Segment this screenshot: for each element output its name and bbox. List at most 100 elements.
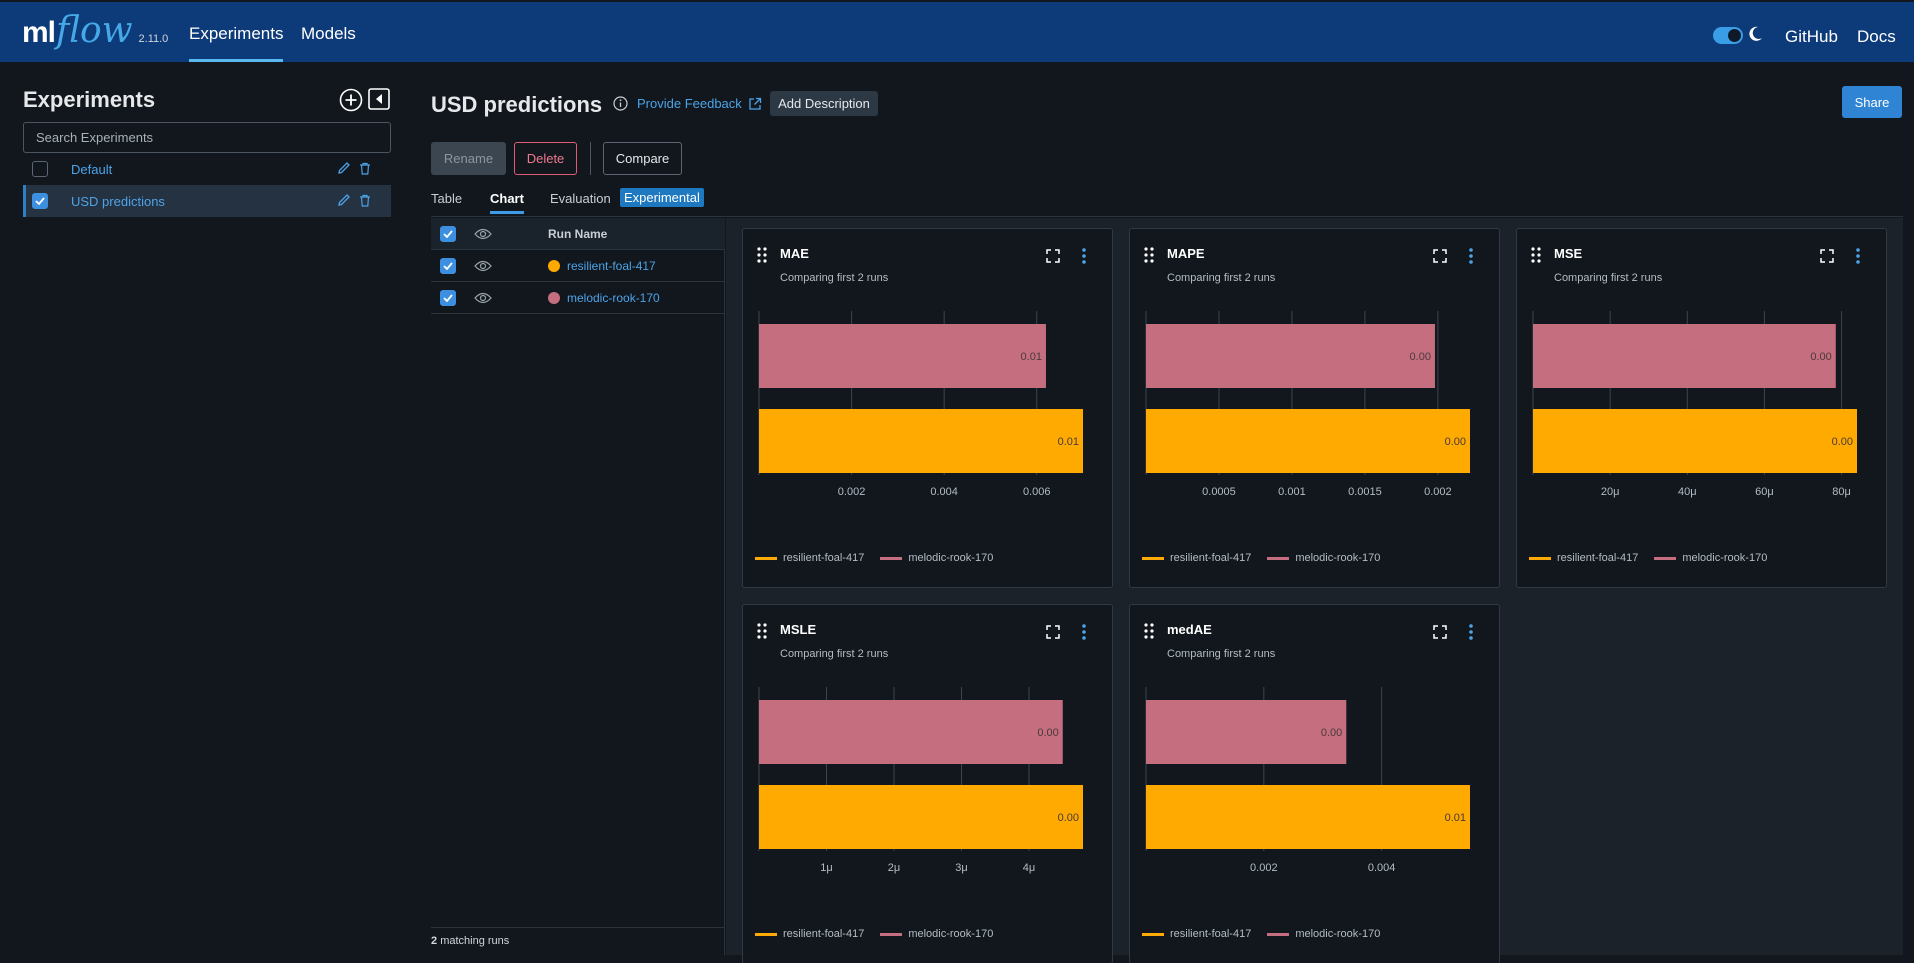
delete-trash-icon[interactable] bbox=[359, 194, 371, 207]
bar-resilient-foal-417[interactable] bbox=[759, 409, 1083, 473]
chart-grid: MAE Comparing first 2 runs resilient-foal-… bbox=[726, 218, 1903, 963]
edit-pencil-icon[interactable] bbox=[337, 161, 351, 175]
bar-chart-plot: 1μ 2μ 3μ 4μ 0.00 0.00 bbox=[758, 687, 1083, 874]
provide-feedback-label: Provide Feedback bbox=[637, 96, 742, 111]
bar-melodic-rook-170[interactable] bbox=[759, 700, 1063, 764]
nav-models[interactable]: Models bbox=[301, 2, 356, 62]
x-tick-label: 0.001 bbox=[1278, 486, 1306, 498]
legend-label: melodic-rook-170 bbox=[1295, 928, 1381, 940]
legend-swatch bbox=[880, 932, 903, 936]
bar-data-label: 0.01 bbox=[1021, 351, 1042, 363]
run-name[interactable]: melodic-rook-170 bbox=[567, 291, 660, 305]
legend-item[interactable]: resilient-foal-417 bbox=[755, 928, 864, 940]
provide-feedback-link[interactable]: Provide Feedback bbox=[637, 96, 762, 111]
legend-swatch bbox=[1142, 932, 1164, 936]
table-row[interactable]: resilient-foal-417 bbox=[431, 250, 725, 282]
chart-legend: resilient-foal-417 melodic-rook-170 bbox=[1142, 928, 1380, 940]
tab-table[interactable]: Table bbox=[431, 191, 462, 206]
legend-swatch bbox=[1529, 556, 1551, 560]
experiment-item-usd-predictions[interactable]: USD predictions bbox=[23, 185, 391, 217]
x-tick-label: 2μ bbox=[888, 862, 900, 874]
experiment-name[interactable]: USD predictions bbox=[71, 194, 165, 209]
bar-melodic-rook-170[interactable] bbox=[1146, 324, 1435, 388]
bar-melodic-rook-170[interactable] bbox=[759, 324, 1046, 388]
run-name-link[interactable]: resilient-foal-417 bbox=[548, 259, 656, 273]
chart-card-mape[interactable]: MAPE Comparing first 2 runs resilient-foal… bbox=[1129, 228, 1500, 588]
legend-item[interactable]: melodic-rook-170 bbox=[880, 928, 993, 940]
x-tick-label: 60μ bbox=[1755, 486, 1774, 498]
edit-pencil-icon[interactable] bbox=[337, 193, 351, 207]
experiment-checkbox[interactable] bbox=[32, 193, 48, 209]
bar-chart-plot: 0.002 0.004 0.00 0.01 bbox=[1145, 687, 1470, 874]
add-description-button[interactable]: Add Description bbox=[770, 91, 878, 116]
bar-resilient-foal-417[interactable] bbox=[1146, 785, 1470, 849]
top-nav-bar: ml flow 2.11.0 Experiments Models GitHub… bbox=[0, 2, 1914, 62]
experiment-item-default[interactable]: Default bbox=[23, 153, 391, 185]
chart-card-mae[interactable]: MAE Comparing first 2 runs resilient-foal-… bbox=[742, 228, 1113, 588]
eye-icon[interactable] bbox=[474, 292, 492, 304]
collapse-sidebar-icon[interactable] bbox=[368, 88, 390, 110]
table-row[interactable]: melodic-rook-170 bbox=[431, 282, 725, 314]
legend-item[interactable]: melodic-rook-170 bbox=[1654, 552, 1767, 564]
x-tick-label: 0.002 bbox=[1250, 862, 1278, 874]
delete-trash-icon[interactable] bbox=[359, 162, 371, 175]
external-link-icon bbox=[748, 97, 762, 111]
legend-item[interactable]: melodic-rook-170 bbox=[1267, 552, 1380, 564]
bar-chart-plot: 0.0005 0.001 0.0015 0.002 0.00 0.00 bbox=[1145, 311, 1470, 498]
experiment-name[interactable]: Default bbox=[71, 162, 112, 177]
page-title: USD predictions bbox=[431, 92, 603, 117]
chart-card-mse[interactable]: MSE Comparing first 2 runs resilient-foal-… bbox=[1516, 228, 1887, 588]
legend-item[interactable]: resilient-foal-417 bbox=[1529, 552, 1638, 564]
info-icon[interactable] bbox=[613, 96, 628, 111]
legend-swatch bbox=[755, 556, 777, 560]
run-name-link[interactable]: melodic-rook-170 bbox=[548, 291, 660, 305]
legend-swatch bbox=[1142, 556, 1164, 560]
bar-melodic-rook-170[interactable] bbox=[1146, 700, 1347, 764]
logo-flow: flow bbox=[56, 10, 133, 51]
docs-link[interactable]: Docs bbox=[1857, 27, 1896, 47]
run-checkbox[interactable] bbox=[440, 289, 456, 306]
bar-data-label: 0.00 bbox=[1810, 351, 1831, 363]
add-experiment-icon[interactable] bbox=[339, 88, 363, 112]
matching-runs-count: 2 matching runs bbox=[431, 935, 509, 947]
legend-item[interactable]: resilient-foal-417 bbox=[1142, 552, 1251, 564]
compare-button[interactable]: Compare bbox=[603, 142, 682, 175]
chart-card-medae[interactable]: medAE Comparing first 2 runs resilient-foa… bbox=[1129, 604, 1500, 963]
run-name-column-header[interactable]: Run Name bbox=[548, 227, 607, 241]
legend-item[interactable]: melodic-rook-170 bbox=[1267, 928, 1380, 940]
tab-chart[interactable]: Chart bbox=[490, 191, 524, 214]
legend-label: melodic-rook-170 bbox=[1295, 552, 1381, 564]
sidebar-title: Experiments bbox=[23, 87, 156, 112]
bar-resilient-foal-417[interactable] bbox=[1533, 409, 1857, 473]
github-link[interactable]: GitHub bbox=[1785, 27, 1838, 47]
bar-melodic-rook-170[interactable] bbox=[1533, 324, 1836, 388]
legend-label: melodic-rook-170 bbox=[908, 552, 994, 564]
tab-evaluation[interactable]: Evaluation bbox=[550, 191, 611, 206]
search-experiments-input[interactable] bbox=[23, 122, 391, 153]
legend-item[interactable]: resilient-foal-417 bbox=[1142, 928, 1251, 940]
eye-icon[interactable] bbox=[474, 228, 492, 240]
chart-legend: resilient-foal-417 melodic-rook-170 bbox=[1529, 552, 1767, 564]
bar-resilient-foal-417[interactable] bbox=[1146, 409, 1470, 473]
legend-item[interactable]: melodic-rook-170 bbox=[880, 552, 993, 564]
eye-icon[interactable] bbox=[474, 260, 492, 272]
bar-data-label: 0.00 bbox=[1410, 351, 1431, 363]
run-checkbox[interactable] bbox=[440, 257, 456, 274]
legend-item[interactable]: resilient-foal-417 bbox=[755, 552, 864, 564]
dark-mode-toggle[interactable] bbox=[1713, 27, 1743, 44]
run-name[interactable]: resilient-foal-417 bbox=[567, 259, 656, 273]
tab-divider bbox=[431, 216, 1903, 217]
runs-footer-divider bbox=[431, 927, 725, 928]
mlflow-logo[interactable]: ml flow 2.11.0 bbox=[22, 10, 168, 51]
legend-swatch bbox=[880, 556, 903, 560]
bar-resilient-foal-417[interactable] bbox=[759, 785, 1083, 849]
experiment-checkbox[interactable] bbox=[32, 161, 48, 177]
rename-button[interactable]: Rename bbox=[431, 142, 506, 175]
chart-card-msle[interactable]: MSLE Comparing first 2 runs resilient-foal… bbox=[742, 604, 1113, 963]
select-all-checkbox[interactable] bbox=[440, 225, 456, 242]
delete-button[interactable]: Delete bbox=[514, 142, 577, 175]
share-button[interactable]: Share bbox=[1842, 86, 1902, 118]
legend-swatch bbox=[755, 932, 777, 936]
x-tick-label: 0.002 bbox=[838, 486, 866, 498]
nav-experiments[interactable]: Experiments bbox=[189, 2, 284, 62]
